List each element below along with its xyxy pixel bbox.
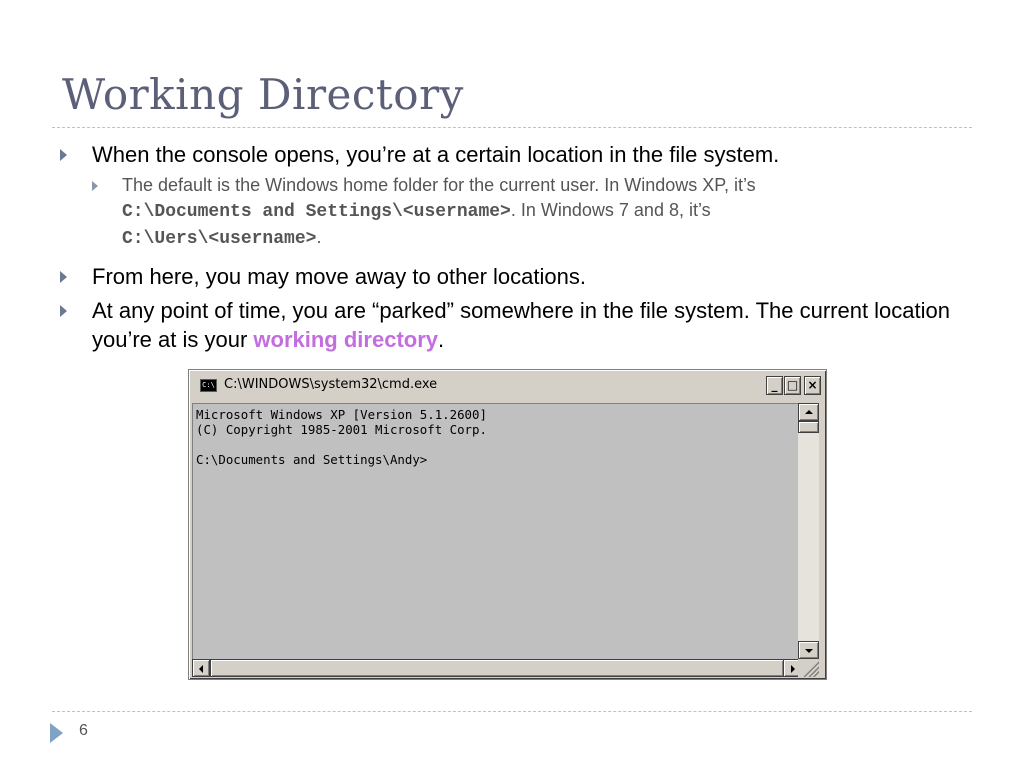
arrow-right-icon [791,665,795,673]
vertical-scrollbar[interactable] [798,403,819,659]
bullet-text: From here, you may move away to other lo… [92,264,586,289]
scroll-left-button[interactable] [192,659,210,677]
arrow-down-icon [805,649,813,653]
sub-bullet-text-3: . [316,227,322,247]
title-divider [52,127,972,128]
sub-bullet-text-1: The default is the Windows home folder f… [122,175,756,195]
sub-bullet-arrow-icon [92,181,98,191]
vertical-scroll-thumb[interactable] [798,421,819,433]
maximize-button[interactable]: □ [784,376,801,395]
bullet-text: At any point of time, you are “parked” s… [92,298,950,352]
bullet-arrow-icon [60,271,67,283]
bullet-arrow-icon [60,149,67,161]
arrow-up-icon [805,410,813,414]
bullet-list: When the console opens, you’re at a cert… [60,140,960,354]
window-title: C:\WINDOWS\system32\cmd.exe [224,377,438,392]
horizontal-scrollbar[interactable] [192,659,801,677]
cmd-icon[interactable]: C:\ [200,379,217,392]
footer-arrow-icon [50,723,63,743]
footer-divider [52,711,972,712]
resize-grip-icon[interactable] [798,659,819,677]
bullet-parked: At any point of time, you are “parked” s… [60,296,960,354]
horizontal-scroll-thumb[interactable] [210,659,784,677]
arrow-left-icon [199,665,203,673]
bullet-arrow-icon [60,305,67,317]
minimize-button[interactable]: _ [766,376,783,395]
code-win7-path: C:\Uers\<username> [122,229,317,249]
sub-bullet-text-2: . In Windows 7 and 8, it’s [510,200,711,220]
scroll-up-button[interactable] [798,403,819,421]
cmd-window: C:\ C:\WINDOWS\system32\cmd.exe _ □ × Mi… [188,369,827,680]
console-output[interactable]: Microsoft Windows XP [Version 5.1.2600] … [192,403,798,659]
window-titlebar[interactable]: C:\ C:\WINDOWS\system32\cmd.exe _ □ × [192,373,823,399]
bullet-console-opens: When the console opens, you’re at a cert… [60,140,960,169]
sub-bullet-default-folder: The default is the Windows home folder f… [92,173,960,252]
bullet-text-end: . [438,327,445,352]
code-xp-path: C:\Documents and Settings\<username> [122,202,511,222]
page-number: 6 [79,722,88,739]
scroll-down-button[interactable] [798,641,819,659]
bullet-move-away: From here, you may move away to other lo… [60,262,960,291]
close-button[interactable]: × [804,376,821,395]
slide-title: Working Directory [62,70,464,119]
bullet-text: When the console opens, you’re at a cert… [92,142,780,167]
working-directory-highlight: working directory [253,327,438,352]
